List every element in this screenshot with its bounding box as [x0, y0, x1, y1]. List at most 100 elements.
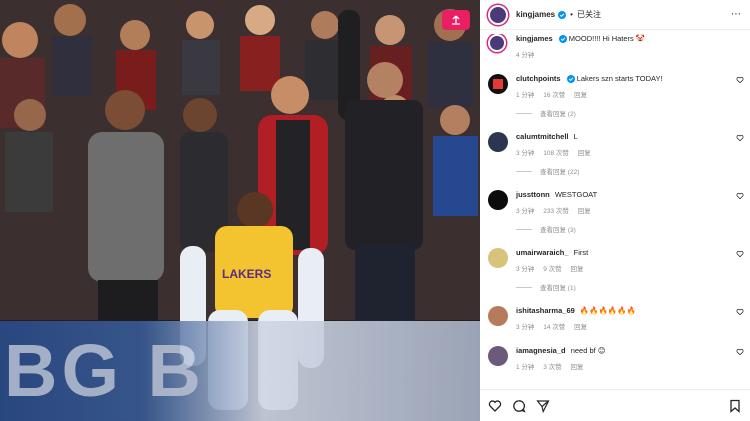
comment-likes[interactable]: 108 次赞	[543, 150, 569, 157]
comment-username[interactable]: clutchpoints	[516, 74, 561, 83]
comment-likes[interactable]: 233 次赞	[543, 208, 569, 215]
list-item: ishitasharma_69 🔥🔥🔥🔥🔥🔥 3 分钟 14 次赞 回复	[480, 306, 750, 346]
comment-body: 🔥🔥🔥🔥🔥🔥	[579, 306, 636, 315]
view-replies[interactable]: 查看回复 (22)	[516, 166, 732, 176]
heart-icon[interactable]	[736, 192, 744, 200]
reply-button[interactable]: 回复	[570, 266, 583, 273]
comment-likes[interactable]: 9 次赞	[543, 266, 561, 273]
comment-likes[interactable]: 16 次赞	[543, 92, 565, 99]
verified-icon	[566, 75, 575, 84]
heart-icon[interactable]	[736, 308, 744, 316]
avatar[interactable]	[488, 306, 508, 326]
comment-text: umairwaraich_ First	[516, 248, 732, 258]
view-replies-label[interactable]: 查看回复 (2)	[540, 108, 576, 118]
view-replies-label[interactable]: 查看回复 (3)	[540, 224, 576, 234]
comments-list: kingjames MOOD!!!! Hi Haters 🤡 4 分钟 clut…	[480, 34, 750, 388]
comment-likes[interactable]: 14 次赞	[543, 324, 565, 331]
reply-button[interactable]: 回复	[578, 150, 591, 157]
comment-text: clutchpoints Lakers szn starts TODAY!	[516, 74, 732, 84]
comment-button[interactable]	[512, 399, 526, 413]
post-photo[interactable]: LAKERS BG B	[0, 0, 480, 421]
list-item: clutchpoints Lakers szn starts TODAY! 1 …	[480, 74, 750, 132]
ad-board-text: BG B	[4, 329, 205, 412]
comments-panel: kingjames • 已关注 ⋯ kingjames MOOD!!!! Hi …	[480, 0, 750, 421]
comment-username[interactable]: jussttonn	[516, 190, 550, 199]
reply-button[interactable]: 回复	[574, 92, 587, 99]
list-item: iamagnesia_d need bf 😊 1 分钟 3 次赞 回复	[480, 346, 750, 386]
comment-text: iamagnesia_d need bf 😊	[516, 346, 732, 356]
reply-button[interactable]: 回复	[570, 364, 583, 371]
comment-body: L	[573, 132, 578, 141]
verified-icon	[558, 35, 567, 44]
comment-body: WESTGOAT	[554, 190, 598, 199]
avatar[interactable]	[488, 190, 508, 210]
heart-icon[interactable]	[736, 348, 744, 356]
upload-icon	[452, 15, 460, 25]
like-button[interactable]	[488, 399, 502, 413]
view-replies-label[interactable]: 查看回复 (1)	[540, 282, 576, 292]
heart-icon[interactable]	[736, 76, 744, 84]
comment-meta: 3 分钟 14 次赞 回复	[516, 321, 732, 331]
heart-icon	[488, 399, 502, 412]
comment-likes[interactable]: 3 次赞	[543, 364, 561, 371]
caption-time: 4 分钟	[516, 52, 535, 59]
comment-body: First	[573, 248, 589, 257]
comment-text: ishitasharma_69 🔥🔥🔥🔥🔥🔥	[516, 306, 732, 316]
comment-meta: 3 分钟 9 次赞 回复	[516, 263, 732, 273]
comment-time: 3 分钟	[516, 266, 535, 273]
caption-body: MOOD!!!! Hi Haters 🤡	[568, 34, 646, 43]
comment-meta: 1 分钟 3 次赞 回复	[516, 361, 732, 371]
more-options-icon[interactable]: ⋯	[731, 9, 742, 20]
comment-time: 3 分钟	[516, 150, 535, 157]
heart-icon[interactable]	[736, 250, 744, 258]
view-replies[interactable]: 查看回复 (1)	[516, 282, 732, 292]
reply-button[interactable]: 回复	[578, 208, 591, 215]
caption-username[interactable]: kingjames	[516, 34, 553, 43]
comment-meta: 3 分钟 233 次赞 回复	[516, 205, 732, 215]
list-item: calumtmitchell L 3 分钟 108 次赞 回复 查看回复 (22…	[480, 132, 750, 190]
comment-username[interactable]: ishitasharma_69	[516, 306, 575, 315]
caption-text: kingjames MOOD!!!! Hi Haters 🤡	[516, 34, 732, 44]
view-replies-label[interactable]: 查看回复 (22)	[540, 166, 579, 176]
caption-row: kingjames MOOD!!!! Hi Haters 🤡 4 分钟	[480, 34, 750, 74]
list-item: jussttonn WESTGOAT 3 分钟 233 次赞 回复 查看回复 (…	[480, 190, 750, 248]
upload-button[interactable]	[442, 10, 470, 30]
comment-time: 1 分钟	[516, 364, 535, 371]
avatar[interactable]	[488, 132, 508, 152]
view-replies[interactable]: 查看回复 (3)	[516, 224, 732, 234]
comment-meta: 3 分钟 108 次赞 回复	[516, 147, 732, 157]
view-replies[interactable]: 查看回复 (2)	[516, 108, 732, 118]
comment-username[interactable]: iamagnesia_d	[516, 346, 566, 355]
save-button[interactable]	[728, 399, 742, 413]
avatar[interactable]	[488, 248, 508, 268]
separator-dot: •	[570, 10, 573, 19]
comment-meta: 1 分钟 16 次赞 回复	[516, 89, 732, 99]
avatar[interactable]	[488, 4, 508, 25]
comment-icon	[513, 399, 526, 413]
avatar[interactable]	[488, 346, 508, 366]
comment-time: 3 分钟	[516, 324, 535, 331]
comment-time: 1 分钟	[516, 92, 535, 99]
caption-avatar[interactable]	[488, 34, 506, 52]
post-username[interactable]: kingjames	[516, 10, 555, 19]
share-icon	[536, 399, 550, 413]
post-actions-bar	[480, 389, 750, 421]
comment-username[interactable]: umairwaraich_	[516, 248, 569, 257]
comment-text: calumtmitchell L	[516, 132, 732, 142]
verified-icon	[558, 10, 567, 19]
reply-button[interactable]: 回复	[574, 324, 587, 331]
comment-body: Lakers szn starts TODAY!	[576, 74, 663, 83]
save-icon	[730, 399, 740, 413]
jersey-text: LAKERS	[222, 267, 271, 281]
comment-username[interactable]: calumtmitchell	[516, 132, 569, 141]
heart-icon[interactable]	[736, 134, 744, 142]
share-button[interactable]	[536, 399, 550, 413]
ad-board: BG B	[0, 321, 480, 421]
caption-meta: 4 分钟	[516, 49, 732, 59]
post-header: kingjames • 已关注 ⋯	[480, 0, 750, 30]
follow-button[interactable]: 已关注	[577, 9, 601, 20]
avatar[interactable]	[488, 74, 508, 94]
comment-text: jussttonn WESTGOAT	[516, 190, 732, 200]
list-item: umairwaraich_ First 3 分钟 9 次赞 回复 查看回复 (1…	[480, 248, 750, 306]
comment-body: need bf 😊	[570, 346, 606, 355]
